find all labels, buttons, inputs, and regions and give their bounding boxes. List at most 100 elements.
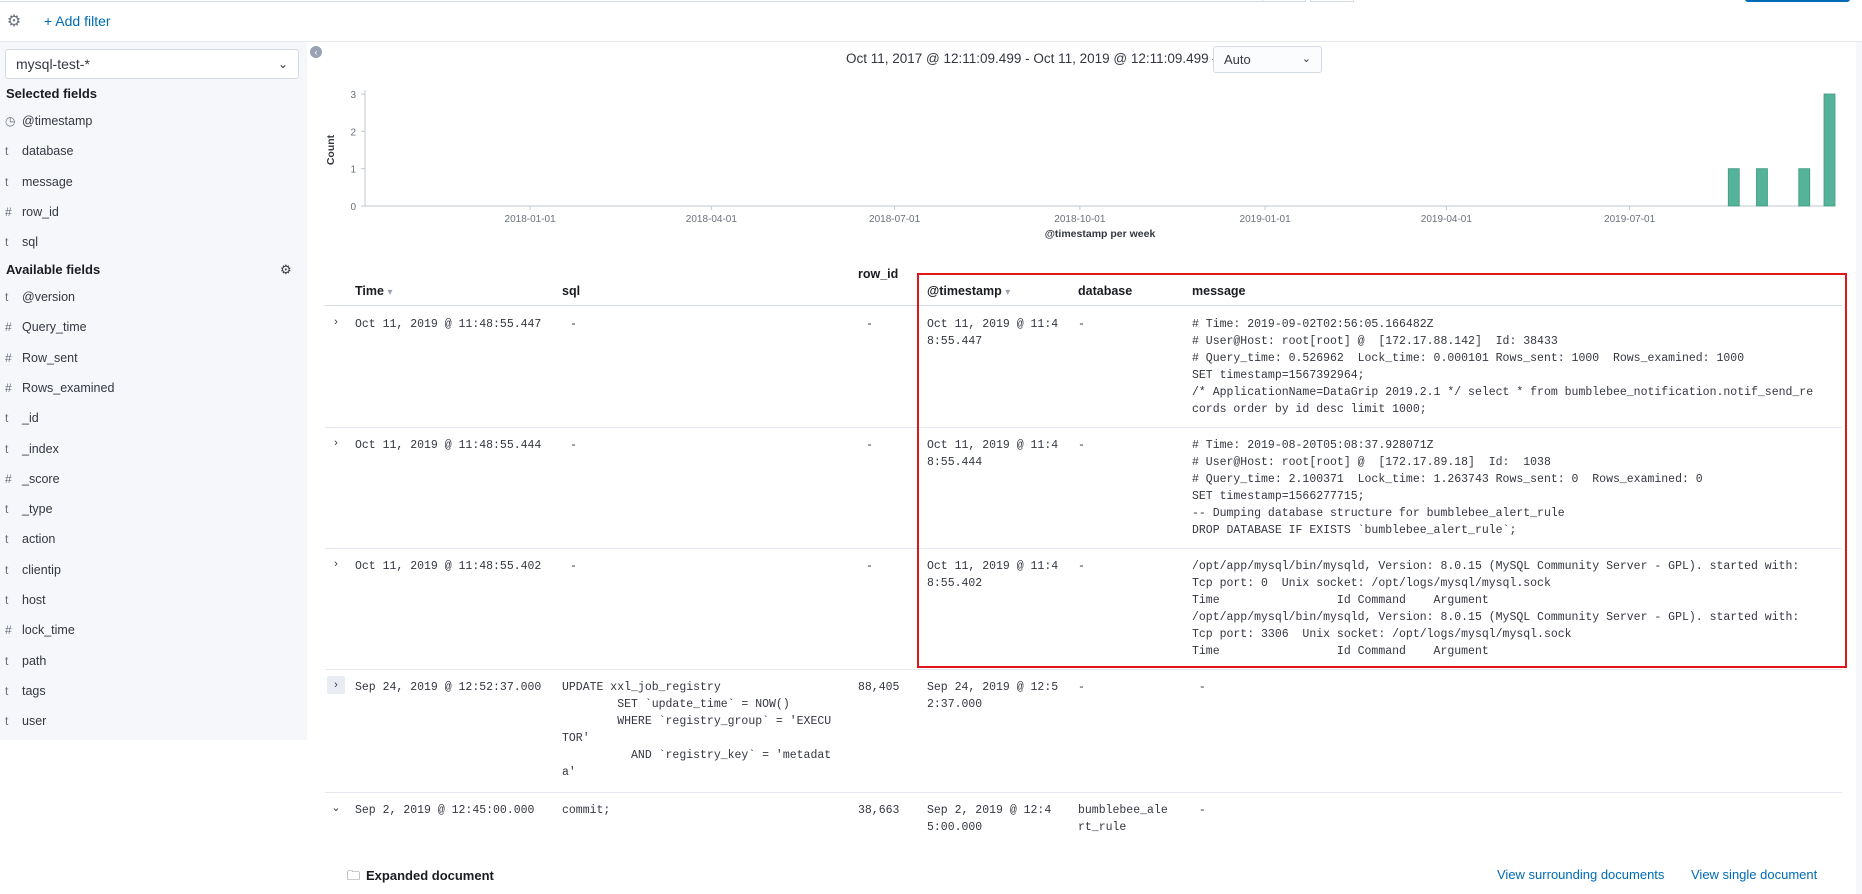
index-pattern-label: mysql-test-* bbox=[16, 56, 90, 72]
field-name: Row_sent bbox=[22, 350, 78, 365]
field-item[interactable]: # lock_time bbox=[5, 620, 75, 640]
string-type-icon: t bbox=[5, 532, 9, 547]
field-item[interactable]: # _score bbox=[5, 469, 60, 489]
field-name: _index bbox=[22, 441, 59, 456]
view-surrounding-documents-link[interactable]: View surrounding documents bbox=[1497, 867, 1664, 882]
cell-database: - bbox=[1078, 681, 1085, 694]
string-type-icon: t bbox=[5, 593, 9, 607]
field-item[interactable]: ◷ @timestamp bbox=[5, 111, 92, 131]
field-item[interactable]: t _index bbox=[5, 439, 59, 459]
field-item[interactable]: t message bbox=[5, 172, 73, 192]
field-name: sql bbox=[22, 235, 38, 250]
field-item[interactable]: t host bbox=[5, 590, 46, 610]
histogram-bar bbox=[1823, 93, 1836, 207]
string-type-icon: t bbox=[5, 441, 9, 456]
available-fields-gear-icon[interactable]: ⚙ bbox=[280, 262, 292, 278]
query-input-edge[interactable] bbox=[0, 0, 1300, 2]
field-item[interactable]: # Row_sent bbox=[5, 348, 78, 368]
chevron-right-icon[interactable]: › bbox=[327, 313, 345, 331]
field-name: @timestamp bbox=[22, 114, 93, 128]
add-filter-button[interactable]: + Add filter bbox=[44, 13, 111, 29]
field-name: action bbox=[22, 532, 56, 547]
histogram-svg: 0 1 2 3 2018-01-01 2018-04-01 2018-07-01 2018-1… bbox=[325, 90, 1836, 240]
number-type-icon: # bbox=[5, 380, 12, 395]
string-type-icon: t bbox=[5, 653, 9, 668]
field-item[interactable]: t @version bbox=[5, 287, 75, 307]
field-name: path bbox=[22, 653, 47, 668]
available-fields-title: Available fields bbox=[6, 262, 101, 277]
cell-timestamp: Sep 2, 2019 @ 12:4 5:00.000 bbox=[927, 804, 1052, 834]
cell-row-id: - bbox=[866, 318, 873, 331]
field-name: Query_time bbox=[22, 320, 87, 335]
y-tick-label: 1 bbox=[350, 165, 356, 176]
field-item[interactable]: t _type bbox=[5, 499, 53, 519]
cell-database: bumblebee_ale rt_rule bbox=[1078, 804, 1168, 834]
field-name: _score bbox=[22, 471, 60, 486]
field-item[interactable]: t sql bbox=[5, 232, 38, 252]
number-type-icon: # bbox=[5, 320, 12, 335]
page-scrollbar[interactable] bbox=[1856, 42, 1862, 894]
annotation-highlight-box bbox=[917, 273, 1847, 668]
index-pattern-select[interactable]: mysql-test-* ⌄ bbox=[5, 49, 299, 79]
query-language-toggle-edge[interactable] bbox=[1262, 0, 1306, 2]
refresh-button-edge[interactable] bbox=[1745, 0, 1850, 2]
view-single-document-link[interactable]: View single document bbox=[1691, 867, 1817, 882]
y-tick-label: 3 bbox=[350, 90, 356, 101]
filter-settings-gear-icon[interactable]: ⚙ bbox=[5, 13, 23, 31]
string-type-icon: t bbox=[5, 235, 9, 250]
column-header-sql[interactable]: sql bbox=[562, 284, 580, 298]
field-name: @version bbox=[22, 290, 75, 304]
x-tick-label: 2018-01-01 bbox=[505, 214, 557, 225]
string-type-icon: t bbox=[5, 562, 9, 577]
field-item[interactable]: # Rows_examined bbox=[5, 378, 114, 398]
histogram-chart: 0 1 2 3 2018-01-01 2018-04-01 2018-07-01 2018-1… bbox=[325, 80, 1845, 245]
cell-time: Oct 11, 2019 @ 11:48:55.447 bbox=[355, 318, 542, 331]
field-name: _type bbox=[22, 502, 53, 517]
cell-row-id: - bbox=[866, 560, 873, 573]
x-tick-label: 2018-04-01 bbox=[686, 214, 738, 225]
column-header-row-id[interactable]: row_id bbox=[858, 267, 898, 281]
chevron-down-icon: ⌄ bbox=[277, 57, 288, 71]
cell-row-id: 88,405 bbox=[858, 681, 900, 694]
column-header-time[interactable]: Time ▾ bbox=[355, 284, 392, 298]
field-name: tags bbox=[22, 683, 46, 698]
field-name: user bbox=[22, 714, 47, 729]
field-item[interactable]: t clientip bbox=[5, 560, 61, 580]
field-item[interactable]: t database bbox=[5, 141, 73, 161]
field-item[interactable]: t tags bbox=[5, 681, 46, 701]
y-tick-label: 0 bbox=[350, 202, 356, 213]
number-type-icon: # bbox=[5, 204, 12, 219]
field-name: lock_time bbox=[22, 623, 75, 638]
field-item[interactable]: # row_id bbox=[5, 202, 59, 222]
filter-bar: ⚙ + Add filter bbox=[0, 0, 1862, 42]
cell-time: Sep 2, 2019 @ 12:45:00.000 bbox=[355, 804, 535, 817]
string-type-icon: t bbox=[5, 502, 9, 517]
y-tick-label: 2 bbox=[350, 127, 356, 138]
string-type-icon: t bbox=[5, 411, 9, 426]
field-item[interactable]: t action bbox=[5, 529, 55, 549]
string-type-icon: t bbox=[5, 683, 9, 698]
field-item[interactable]: t _id bbox=[5, 408, 39, 428]
number-type-icon: # bbox=[5, 471, 12, 486]
field-name: host bbox=[22, 593, 46, 607]
chevron-down-icon[interactable]: ⌄ bbox=[327, 799, 345, 817]
collapse-sidebar-icon[interactable]: ‹ bbox=[310, 46, 322, 58]
time-range-label: Oct 11, 2017 @ 12:11:09.499 - Oct 11, 20… bbox=[846, 51, 1226, 66]
x-tick-label: 2019-07-01 bbox=[1604, 214, 1656, 225]
field-name: database bbox=[22, 144, 74, 159]
string-type-icon: t bbox=[5, 174, 9, 189]
chevron-right-icon[interactable]: › bbox=[327, 555, 345, 573]
chevron-right-icon[interactable]: › bbox=[327, 676, 345, 694]
cell-sql: - bbox=[570, 318, 577, 331]
folder-icon: 🗀 bbox=[347, 868, 361, 883]
histogram-bar bbox=[1798, 168, 1811, 207]
field-item[interactable]: # Query_time bbox=[5, 317, 87, 337]
date-picker-edge[interactable] bbox=[1310, 0, 1354, 2]
field-item[interactable]: t path bbox=[5, 651, 46, 671]
interval-select[interactable]: Auto ⌄ bbox=[1213, 46, 1322, 73]
string-type-icon: t bbox=[5, 290, 9, 304]
field-item[interactable]: t user bbox=[5, 711, 46, 731]
chevron-right-icon[interactable]: › bbox=[327, 434, 345, 452]
cell-row-id: 38,663 bbox=[858, 804, 900, 817]
row-divider bbox=[325, 669, 1842, 670]
